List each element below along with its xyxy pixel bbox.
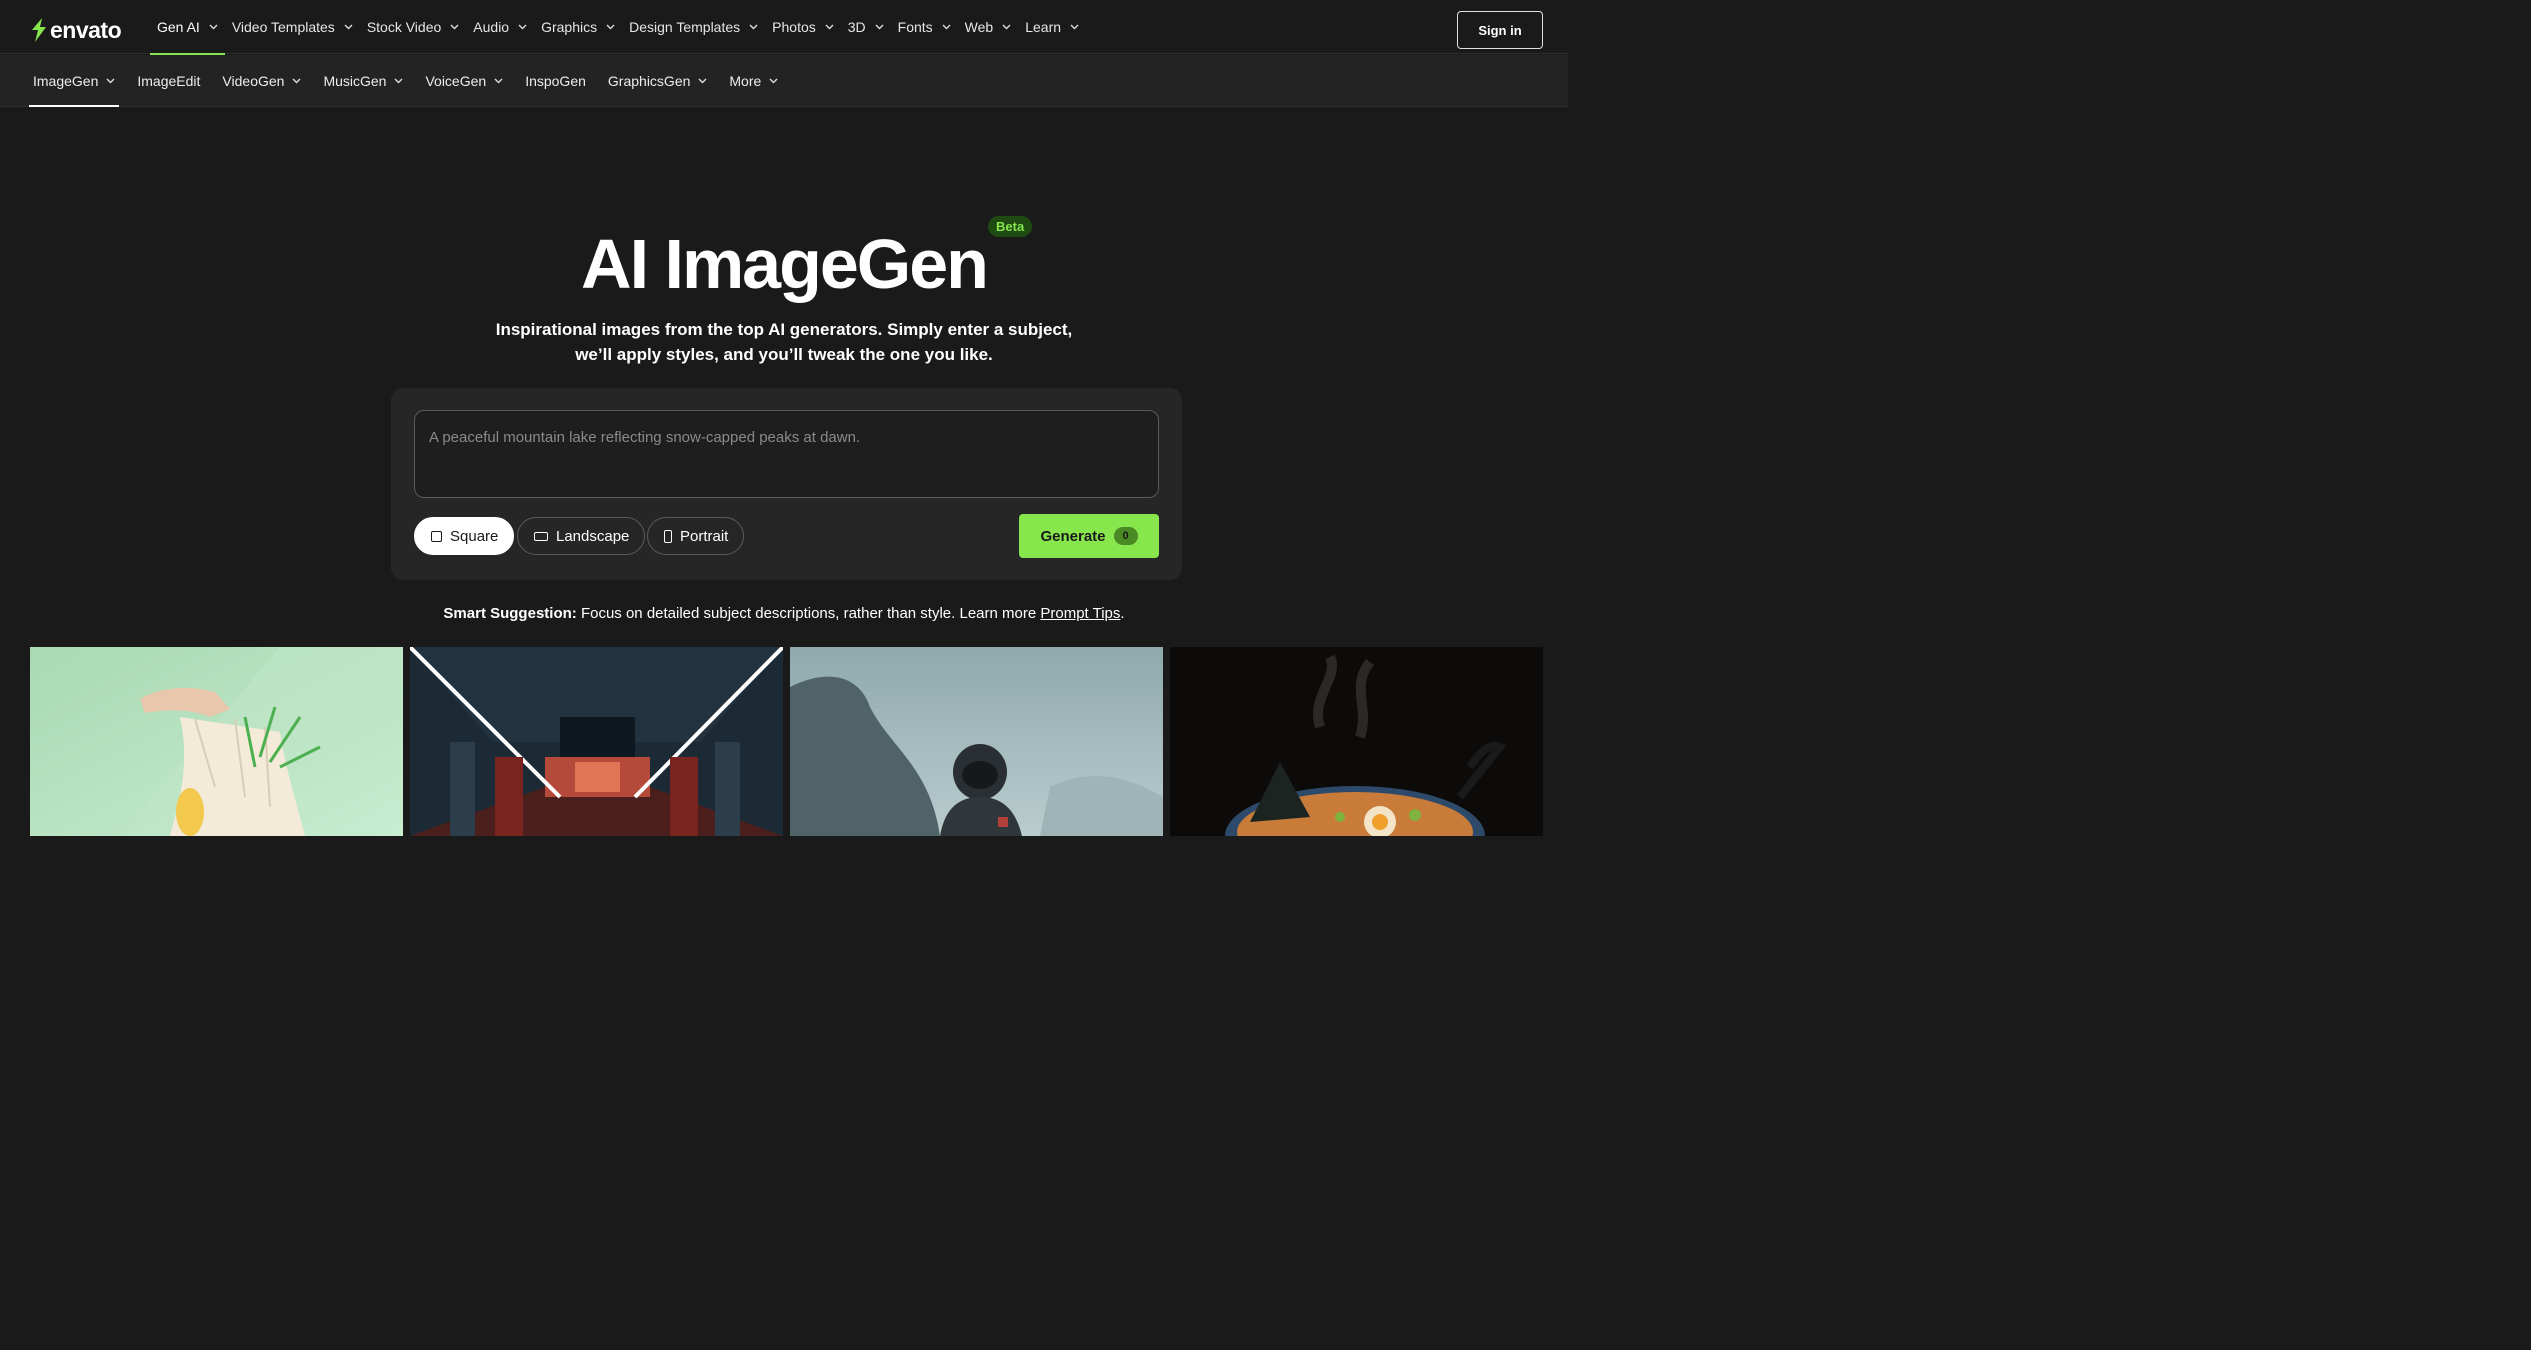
tab-inspogen[interactable]: InspoGen <box>521 55 590 107</box>
chevron-down-icon <box>292 78 301 84</box>
sign-in-button[interactable]: Sign in <box>1457 11 1543 49</box>
envato-leaf-icon <box>32 18 46 42</box>
chevron-down-icon <box>942 24 951 30</box>
chevron-down-icon <box>494 78 503 84</box>
tab-imageedit-label: ImageEdit <box>137 73 201 89</box>
astronaut-image <box>790 647 1163 836</box>
chevron-down-icon <box>749 24 758 30</box>
aspect-portrait-button[interactable]: Portrait <box>647 517 745 555</box>
nav-graphics[interactable]: Graphics <box>534 0 622 54</box>
ramen-image <box>1170 647 1543 836</box>
nav-gen-ai-label: Gen AI <box>157 19 200 35</box>
nav-graphics-label: Graphics <box>541 19 598 35</box>
page-subtitle: Inspirational images from the top AI gen… <box>0 317 1568 367</box>
chevron-down-icon <box>344 24 353 30</box>
nav-3d-label: 3D <box>847 19 866 35</box>
gallery-image-grocery-bag[interactable] <box>30 647 403 836</box>
nav-fonts-label: Fonts <box>897 19 933 35</box>
nav-stock-video-label: Stock Video <box>366 19 442 35</box>
tab-more-label: More <box>729 73 762 89</box>
chevron-down-icon <box>106 78 115 84</box>
nav-design-templates-label: Design Templates <box>629 19 741 35</box>
prompt-input[interactable] <box>414 410 1159 498</box>
chevron-down-icon <box>769 78 778 84</box>
aspect-portrait-label: Portrait <box>680 527 729 545</box>
hero-title-container: AI ImageGen <box>0 222 1568 306</box>
nav-video-templates-label: Video Templates <box>231 19 335 35</box>
page-subtitle-line-2: we’ll apply styles, and you’ll tweak the… <box>575 345 993 364</box>
envato-logo[interactable]: envato <box>29 16 122 44</box>
nav-photos-label: Photos <box>772 19 816 35</box>
nav-video-templates[interactable]: Video Templates <box>225 0 360 54</box>
nav-gen-ai[interactable]: Gen AI <box>150 0 225 55</box>
gallery-image-astronaut[interactable] <box>790 647 1163 836</box>
tab-videogen[interactable]: VideoGen <box>218 55 305 107</box>
aspect-square-label: Square <box>450 527 499 545</box>
prompt-tips-link[interactable]: Prompt Tips <box>1040 605 1120 622</box>
tab-imageedit[interactable]: ImageEdit <box>133 55 204 107</box>
chevron-down-icon <box>1002 24 1011 30</box>
nav-learn[interactable]: Learn <box>1018 0 1086 54</box>
nav-web-label: Web <box>964 19 994 35</box>
chevron-down-icon <box>698 78 707 84</box>
grocery-bag-image <box>30 647 403 836</box>
chevron-down-icon <box>209 24 218 30</box>
chevron-down-icon <box>518 24 527 30</box>
genai-menu: ImageGen ImageEdit VideoGen MusicGen Voi… <box>29 55 796 107</box>
prompt-card: Square Landscape Portrait Generate 0 <box>391 388 1182 580</box>
nav-photos[interactable]: Photos <box>765 0 841 54</box>
generate-label: Generate <box>1040 527 1106 545</box>
nav-learn-label: Learn <box>1025 19 1062 35</box>
tab-graphicsgen[interactable]: GraphicsGen <box>604 55 711 107</box>
tab-more[interactable]: More <box>725 55 782 107</box>
chevron-down-icon <box>875 24 884 30</box>
chevron-down-icon <box>394 78 403 84</box>
nav-audio-label: Audio <box>473 19 510 35</box>
nav-web[interactable]: Web <box>958 0 1019 54</box>
page-title: AI ImageGen <box>581 225 989 303</box>
tab-musicgen-label: MusicGen <box>323 73 387 89</box>
nav-fonts[interactable]: Fonts <box>891 0 958 54</box>
portrait-shape-icon <box>664 529 672 543</box>
page-subtitle-line-1: Inspirational images from the top AI gen… <box>495 320 1073 339</box>
chevron-down-icon <box>825 24 834 30</box>
square-shape-icon <box>431 530 442 542</box>
smart-suggestion: Smart Suggestion: Focus on detailed subj… <box>0 604 1568 624</box>
chevron-down-icon <box>450 24 459 30</box>
tab-imagegen[interactable]: ImageGen <box>29 55 120 107</box>
chevron-down-icon <box>606 24 615 30</box>
nav-design-templates[interactable]: Design Templates <box>622 0 765 54</box>
genai-sub-navigation: ImageGen ImageEdit VideoGen MusicGen Voi… <box>0 55 1568 107</box>
chevron-down-icon <box>1070 24 1079 30</box>
tab-voicegen[interactable]: VoiceGen <box>421 55 507 107</box>
corridor-image <box>410 647 783 836</box>
top-navigation: envato Gen AI Video Templates Stock Vide… <box>0 0 1568 55</box>
smart-suggestion-trail: . <box>1120 605 1125 622</box>
smart-suggestion-lead: Smart Suggestion: <box>443 605 577 622</box>
generate-count-badge: 0 <box>1113 527 1138 545</box>
tab-voicegen-label: VoiceGen <box>425 73 487 89</box>
main-menu: Gen AI Video Templates Stock Video Audio… <box>150 0 1086 55</box>
smart-suggestion-text: Focus on detailed subject descriptions, … <box>576 605 1041 622</box>
tab-graphicsgen-label: GraphicsGen <box>607 73 691 89</box>
tab-imagegen-label: ImageGen <box>33 73 99 89</box>
tab-musicgen[interactable]: MusicGen <box>319 55 407 107</box>
aspect-landscape-button[interactable]: Landscape <box>517 517 646 555</box>
beta-badge: Beta <box>988 216 1033 237</box>
aspect-square-button[interactable]: Square <box>414 517 515 555</box>
generate-button[interactable]: Generate 0 <box>1019 514 1159 558</box>
nav-stock-video[interactable]: Stock Video <box>360 0 466 54</box>
aspect-landscape-label: Landscape <box>556 527 630 545</box>
tab-inspogen-label: InspoGen <box>525 73 586 89</box>
landscape-shape-icon <box>534 531 548 541</box>
gallery-image-ramen[interactable] <box>1170 647 1543 836</box>
gallery-image-corridor[interactable] <box>410 647 783 836</box>
nav-audio[interactable]: Audio <box>466 0 534 54</box>
nav-3d[interactable]: 3D <box>841 0 891 54</box>
envato-wordmark: envato <box>50 17 122 43</box>
tab-videogen-label: VideoGen <box>222 73 285 89</box>
